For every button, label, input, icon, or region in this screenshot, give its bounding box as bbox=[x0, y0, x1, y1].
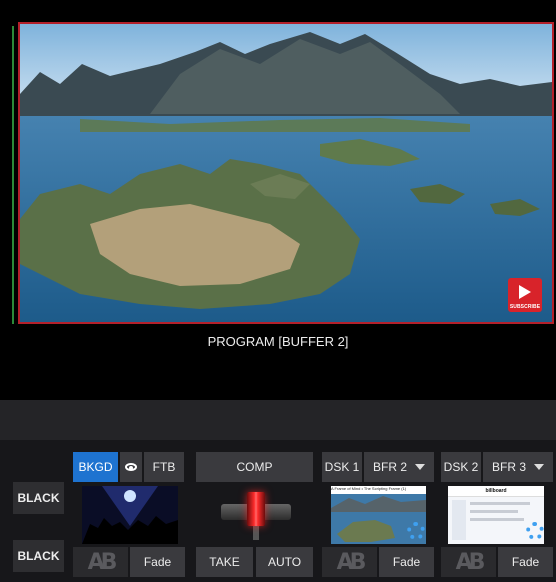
play-icon bbox=[519, 285, 531, 299]
bkgd-button[interactable]: BKGD bbox=[73, 452, 118, 482]
alpha-icon: AB bbox=[336, 549, 367, 575]
dsk1-transition-button[interactable]: Fade bbox=[379, 547, 434, 577]
background-alpha-button[interactable]: AB bbox=[73, 547, 128, 577]
subscribe-caption: SUBSCRIBE bbox=[509, 304, 541, 310]
dsk2-thumb-title: billboard bbox=[448, 486, 544, 497]
dsk1-button[interactable]: DSK 1 bbox=[322, 452, 362, 482]
dsk2-alpha-button[interactable]: AB bbox=[441, 547, 496, 577]
eye-icon bbox=[125, 463, 137, 471]
t-bar[interactable] bbox=[197, 486, 313, 544]
dsk2-source-dropdown[interactable]: BFR 3 bbox=[483, 452, 553, 482]
dsk2-thumb-line bbox=[470, 510, 518, 513]
ftb-button[interactable]: FTB bbox=[144, 452, 184, 482]
subscribe-badge: SUBSCRIBE bbox=[508, 278, 542, 312]
dsk2-source-thumbnail[interactable]: billboard bbox=[448, 486, 544, 544]
take-button[interactable]: TAKE bbox=[196, 547, 253, 577]
dsk1-thumb-title: A Frame of Mind • The Scripting Frame (1… bbox=[331, 486, 426, 494]
dsk2-thumb-line bbox=[470, 518, 524, 521]
dsk1-alpha-button[interactable]: AB bbox=[322, 547, 377, 577]
gear-icon bbox=[526, 522, 544, 540]
divider-band bbox=[0, 400, 556, 440]
dsk1-source-dropdown[interactable]: BFR 2 bbox=[364, 452, 434, 482]
dsk1-source-thumbnail[interactable]: A Frame of Mind • The Scripting Frame (1… bbox=[331, 486, 426, 544]
black-button-bottom[interactable]: BLACK bbox=[13, 540, 64, 572]
black-button-top[interactable]: BLACK bbox=[13, 482, 64, 514]
program-video-image bbox=[20, 24, 552, 322]
program-monitor: SUBSCRIBE bbox=[18, 22, 554, 324]
dsk2-transition-button[interactable]: Fade bbox=[498, 547, 553, 577]
alpha-icon: AB bbox=[87, 549, 118, 575]
background-transition-button[interactable]: Fade bbox=[130, 547, 185, 577]
dsk2-thumb-sidebar bbox=[452, 500, 466, 540]
dsk2-button[interactable]: DSK 2 bbox=[441, 452, 481, 482]
preview-edge-indicator bbox=[12, 26, 14, 324]
gear-icon bbox=[407, 522, 425, 540]
auto-button[interactable]: AUTO bbox=[256, 547, 313, 577]
t-bar-handle[interactable] bbox=[247, 492, 265, 526]
chevron-down-icon bbox=[415, 464, 425, 470]
chevron-down-icon bbox=[534, 464, 544, 470]
alpha-icon: AB bbox=[455, 549, 486, 575]
comp-button[interactable]: COMP bbox=[196, 452, 313, 482]
dsk2-source-label: BFR 3 bbox=[491, 460, 526, 474]
dsk1-source-label: BFR 2 bbox=[372, 460, 407, 474]
background-source-thumbnail[interactable] bbox=[82, 486, 178, 544]
dsk2-thumb-line bbox=[470, 502, 530, 505]
program-label: PROGRAM [BUFFER 2] bbox=[207, 334, 349, 349]
preview-toggle-button[interactable] bbox=[120, 452, 142, 482]
concert-image bbox=[82, 486, 178, 544]
